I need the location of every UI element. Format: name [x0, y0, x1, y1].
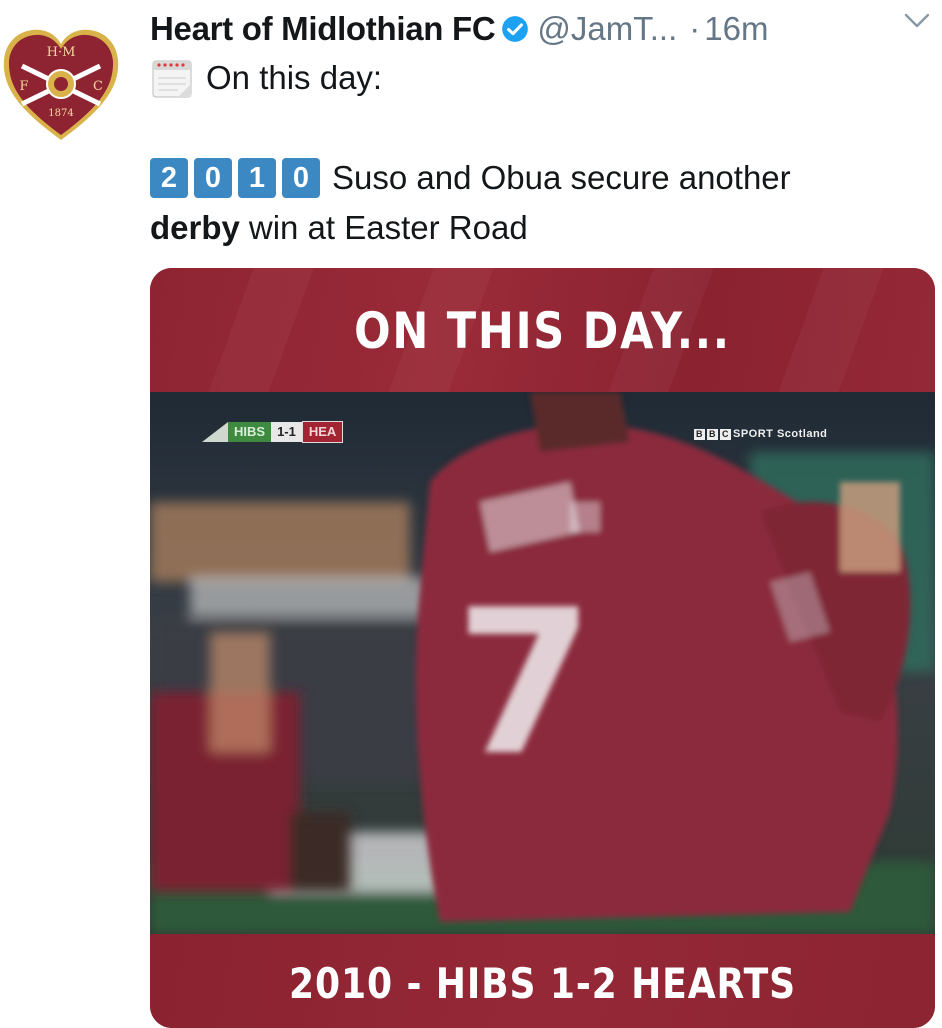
tweet-text: On this day:	[206, 59, 383, 96]
media-title-banner: ON THIS DAY...	[150, 268, 935, 418]
scoreboard-away: HEA	[301, 421, 344, 443]
scoreboard-home: HIBS	[228, 422, 272, 442]
display-name[interactable]: Heart of Midlothian FC	[150, 10, 496, 48]
keycap-digit-icon: 1	[238, 158, 276, 198]
tweet-header: Heart of Midlothian FC @JamT... · 16m	[150, 8, 935, 50]
media-title: ON THIS DAY...	[354, 302, 731, 360]
keycap-digit-icon: 0	[194, 158, 232, 198]
scoreboard-score: 1-1	[271, 422, 302, 442]
user-handle[interactable]: @JamT...	[537, 10, 677, 48]
broadcaster-text: SPORT Scotland	[733, 428, 828, 440]
header-separator: ·	[689, 10, 701, 47]
video-frame[interactable]: 7 HIBS 1-1 HEA B B C SPORT Scotland	[150, 392, 935, 934]
tweet-timestamp[interactable]: 16m	[704, 10, 768, 48]
svg-text:7: 7	[455, 567, 594, 800]
video-still-image: 7	[150, 392, 935, 934]
keycap-digit-icon: 2	[150, 158, 188, 198]
media-caption-banner: 2010 - HIBS 1-2 HEARTS	[150, 934, 935, 1028]
media-caption: 2010 - HIBS 1-2 HEARTS	[289, 959, 796, 1008]
svg-text:1874: 1874	[48, 108, 73, 119]
media-card[interactable]: ON THIS DAY... 7 HIBS 1-1 HEA B B C SPOR…	[150, 268, 935, 1028]
scoreboard: HIBS 1-1 HEA	[202, 421, 344, 443]
bold-word: derby	[150, 209, 240, 246]
broadcaster-logo: B B C SPORT Scotland	[694, 428, 828, 440]
svg-text:C: C	[93, 79, 103, 94]
verified-badge-icon	[502, 16, 529, 42]
tweet-text: Suso and Obua secure another	[332, 159, 791, 196]
tweet-text-line-3: derby win at Easter Road	[150, 206, 528, 250]
svg-text:F: F	[19, 79, 28, 94]
svg-text:H·M: H·M	[47, 45, 76, 60]
tweet-text: win at Easter Road	[248, 209, 528, 246]
chevron-down-icon[interactable]	[902, 8, 932, 32]
tweet-text-line-2: 2 0 1 0 Suso and Obua secure another	[150, 156, 791, 200]
calendar-emoji-icon	[152, 60, 192, 98]
hearts-crest-avatar[interactable]: H·M F C 1874	[0, 22, 122, 144]
tweet-text-line-1: On this day:	[150, 56, 382, 100]
keycap-digit-icon: 0	[282, 158, 320, 198]
